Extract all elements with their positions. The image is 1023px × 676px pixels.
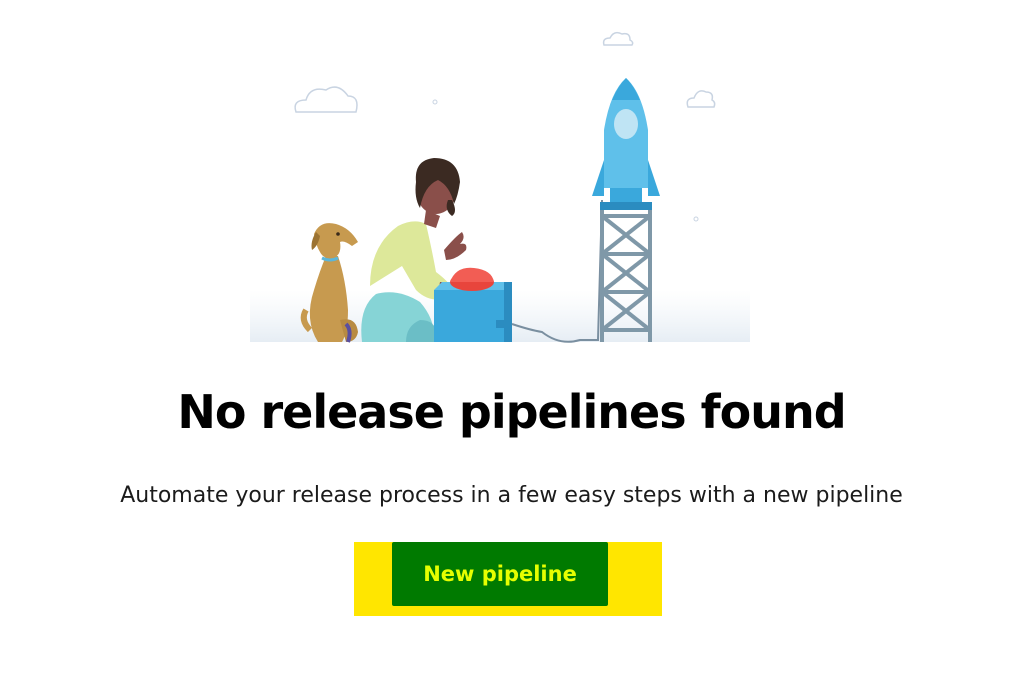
sparkle-dot	[432, 99, 438, 105]
empty-state-page: No release pipelines found Automate your…	[0, 0, 1023, 676]
sparkle-dot	[693, 216, 699, 222]
rocket-icon	[592, 78, 660, 210]
empty-state-subtitle: Automate your release process in a few e…	[120, 483, 903, 508]
cloud-icon	[602, 31, 634, 46]
launch-box	[434, 267, 512, 342]
cloud-icon	[686, 90, 716, 108]
new-pipeline-button[interactable]: New pipeline	[392, 542, 608, 606]
rocket-launch-illustration	[250, 31, 750, 343]
empty-state-title: No release pipelines found	[177, 385, 846, 439]
dog-figure	[300, 223, 358, 343]
cloud-icon	[294, 86, 358, 113]
